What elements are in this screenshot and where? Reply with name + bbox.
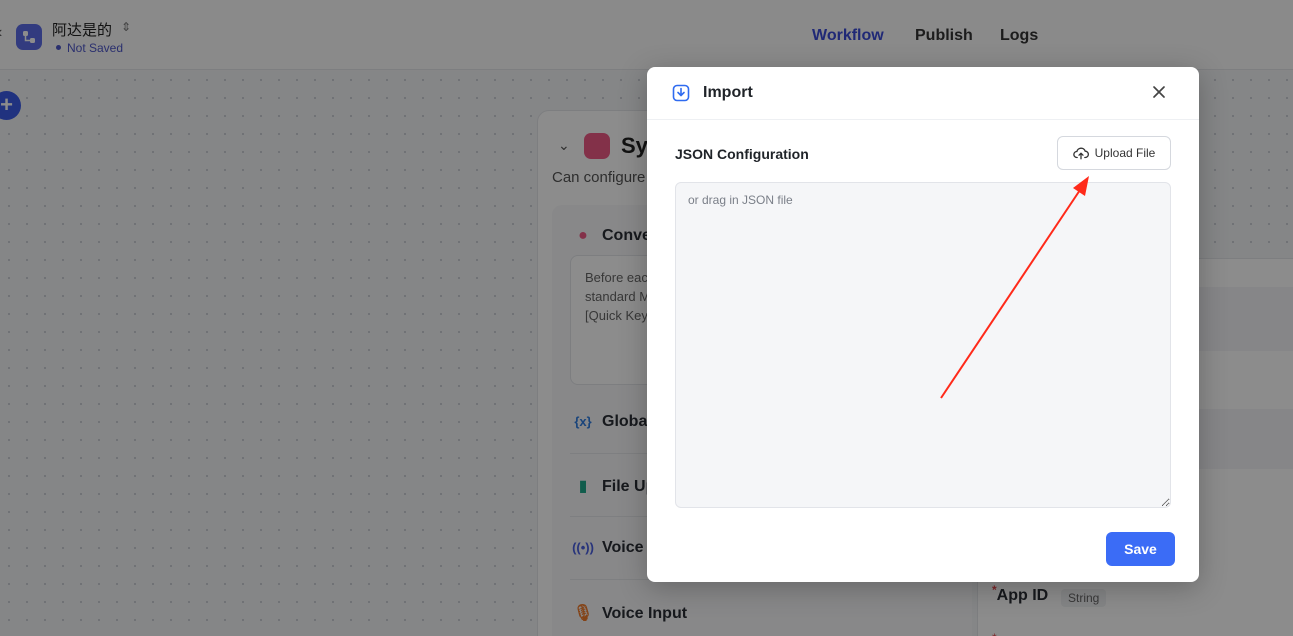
save-button[interactable]: Save	[1106, 532, 1175, 566]
import-icon	[672, 84, 690, 102]
json-configuration-label: JSON Configuration	[675, 146, 809, 162]
modal-title: Import	[703, 84, 753, 101]
upload-file-button[interactable]: Upload File	[1057, 136, 1171, 170]
upload-file-label: Upload File	[1094, 146, 1156, 160]
cloud-upload-icon	[1072, 147, 1089, 160]
import-modal: Import JSON Configuration Upload File Sa…	[647, 67, 1199, 582]
close-icon[interactable]	[1149, 82, 1169, 102]
modal-header: Import	[647, 67, 1199, 120]
json-config-textarea[interactable]	[675, 182, 1171, 508]
